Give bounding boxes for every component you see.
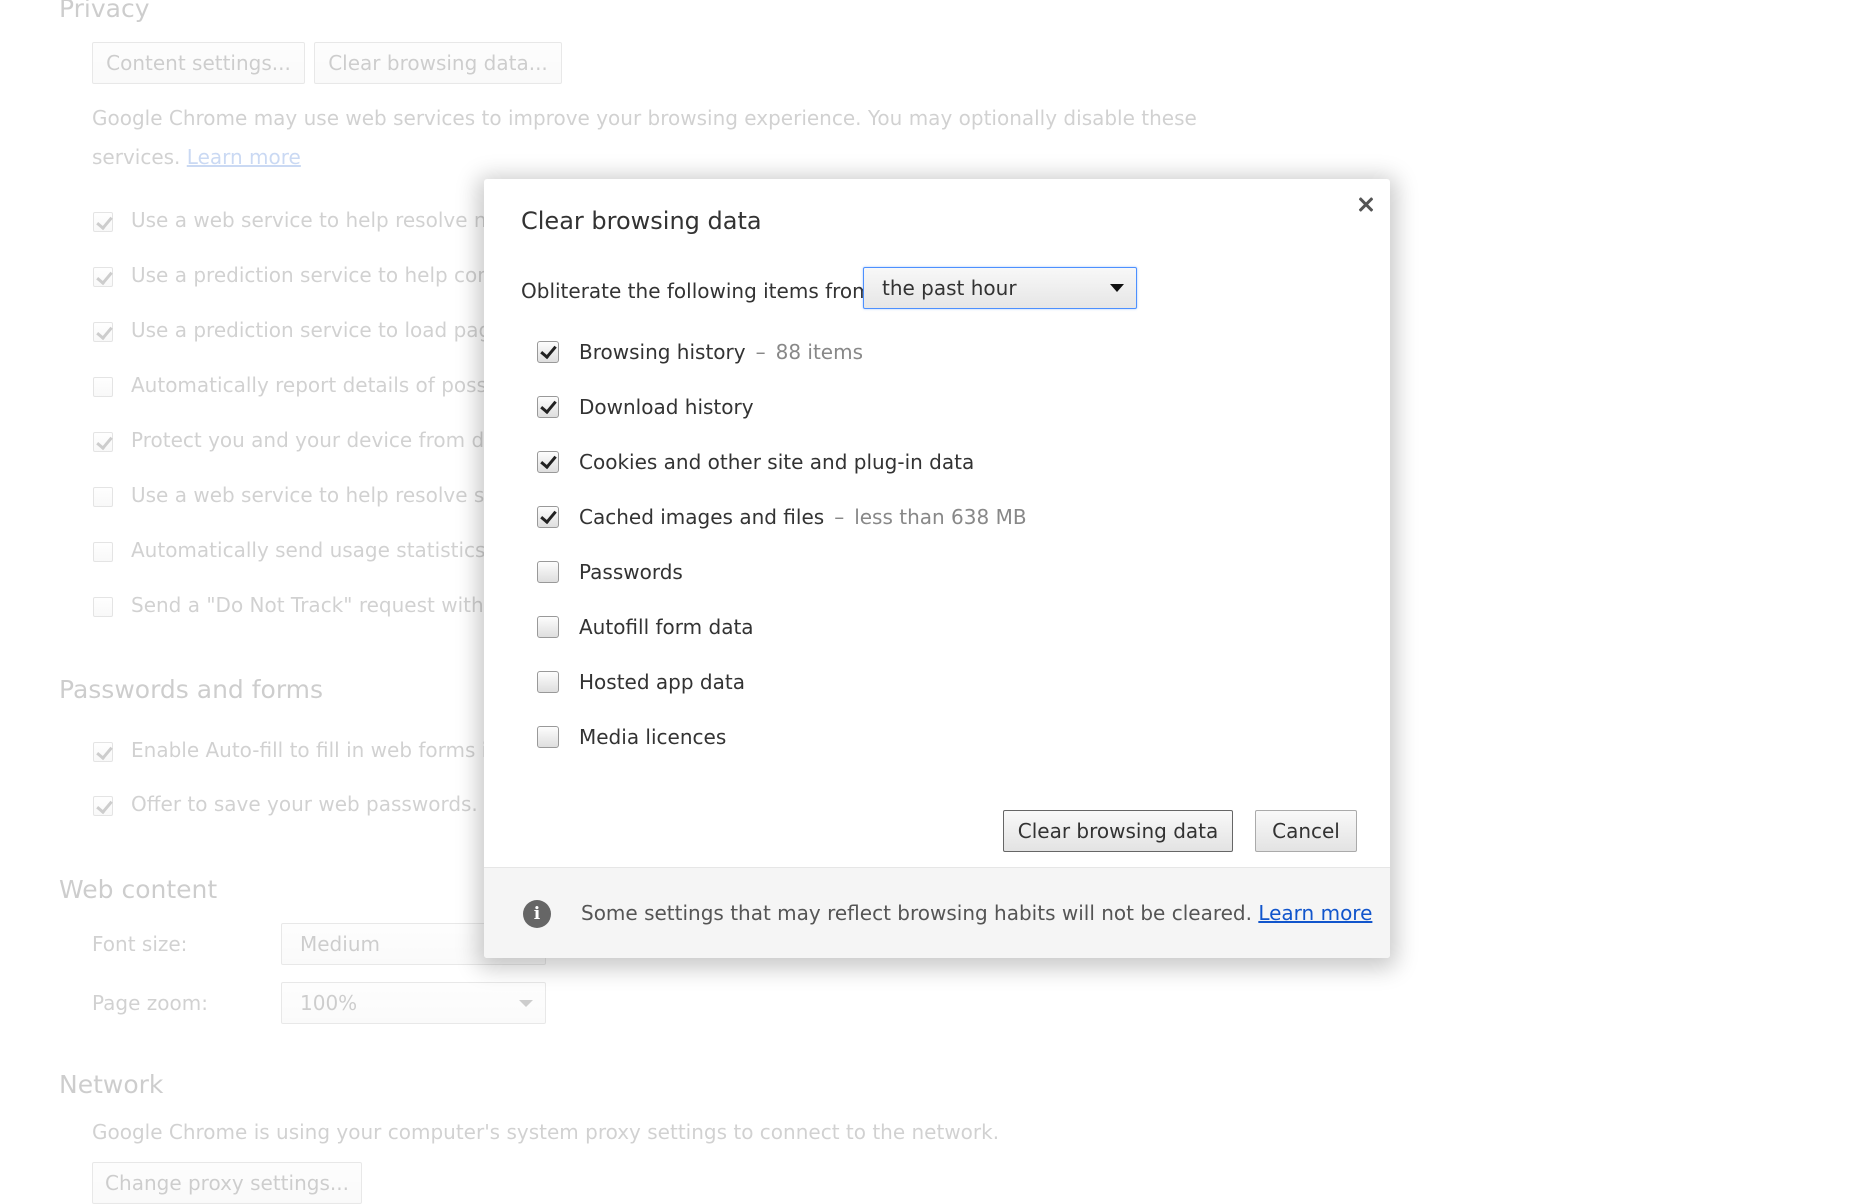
chevron-down-icon xyxy=(1110,284,1124,292)
data-type-item[interactable]: Download history xyxy=(537,392,754,422)
data-type-item[interactable]: Passwords xyxy=(537,557,683,587)
chevron-down-icon xyxy=(519,1000,533,1007)
page-zoom-select[interactable]: 100% xyxy=(281,982,546,1024)
close-icon[interactable] xyxy=(1354,193,1378,217)
data-type-checkbox[interactable] xyxy=(537,561,559,583)
data-type-item[interactable]: Browsing history –88 items xyxy=(537,337,863,367)
data-type-item[interactable]: Hosted app data xyxy=(537,667,745,697)
data-type-checkbox[interactable] xyxy=(537,451,559,473)
privacy-option-checkbox[interactable] xyxy=(93,432,113,452)
privacy-heading: Privacy xyxy=(59,0,150,23)
data-type-item[interactable]: Cookies and other site and plug-in data xyxy=(537,447,974,477)
clear-browsing-data-button[interactable]: Clear browsing data... xyxy=(314,42,562,84)
data-type-label: Cookies and other site and plug-in data xyxy=(579,450,975,474)
privacy-option-checkbox[interactable] xyxy=(93,487,113,507)
dialog-title: Clear browsing data xyxy=(521,207,762,235)
time-range-select[interactable]: the past hour xyxy=(863,267,1137,309)
cancel-button[interactable]: Cancel xyxy=(1255,810,1357,852)
font-size-value: Medium xyxy=(300,932,380,956)
web-content-heading: Web content xyxy=(59,875,218,904)
privacy-option-checkbox[interactable] xyxy=(93,377,113,397)
password-option-checkbox[interactable] xyxy=(93,742,113,762)
data-type-label: Browsing history xyxy=(579,340,746,364)
change-proxy-settings-button[interactable]: Change proxy settings... xyxy=(92,1162,362,1204)
data-type-item[interactable]: Cached images and files – less than 638 MB xyxy=(537,502,1027,532)
data-type-separator: – xyxy=(755,340,766,364)
page-zoom-label: Page zoom: xyxy=(92,991,208,1015)
data-type-detail: 88 items xyxy=(775,340,864,364)
privacy-learn-more-link[interactable]: Learn more xyxy=(187,145,301,169)
data-type-label: Hosted app data xyxy=(579,670,745,694)
data-type-detail: less than 638 MB xyxy=(854,505,1027,529)
data-type-checkbox[interactable] xyxy=(537,506,559,528)
page-zoom-value: 100% xyxy=(300,991,358,1015)
data-type-separator: – xyxy=(834,505,845,529)
network-heading: Network xyxy=(59,1070,164,1099)
data-type-item[interactable]: Media licences xyxy=(537,722,726,752)
data-type-item[interactable]: Autofill form data xyxy=(537,612,754,642)
content-settings-button[interactable]: Content settings... xyxy=(92,42,305,84)
passwords-forms-heading: Passwords and forms xyxy=(59,675,324,704)
data-type-checkbox[interactable] xyxy=(537,726,559,748)
data-type-label: Cached images and files xyxy=(579,505,825,529)
password-option-checkbox[interactable] xyxy=(93,796,113,816)
privacy-option-checkbox[interactable] xyxy=(93,267,113,287)
data-type-checkbox[interactable] xyxy=(537,396,559,418)
time-range-value: the past hour xyxy=(882,276,1017,300)
time-range-label: Obliterate the following items from: xyxy=(521,279,879,303)
privacy-option-checkbox[interactable] xyxy=(93,322,113,342)
footer-text: Some settings that may reflect browsing … xyxy=(581,901,1252,925)
privacy-option-checkbox[interactable] xyxy=(93,212,113,232)
privacy-option-checkbox[interactable] xyxy=(93,597,113,617)
data-type-label: Passwords xyxy=(579,560,683,584)
footer-learn-more-link[interactable]: Learn more xyxy=(1258,901,1372,925)
data-type-label: Media licences xyxy=(579,725,727,749)
data-type-checkbox[interactable] xyxy=(537,616,559,638)
font-size-label: Font size: xyxy=(92,932,188,956)
data-type-checkbox[interactable] xyxy=(537,341,559,363)
network-description: Google Chrome is using your computer's s… xyxy=(92,1120,1000,1144)
privacy-description-end: services. xyxy=(92,145,181,169)
dialog-footer: i Some settings that may reflect browsin… xyxy=(484,867,1390,958)
data-type-label: Download history xyxy=(579,395,754,419)
data-type-checkbox[interactable] xyxy=(537,671,559,693)
privacy-description-line2: services. Learn more xyxy=(92,145,301,169)
clear-browsing-data-confirm-button[interactable]: Clear browsing data xyxy=(1003,810,1233,852)
privacy-description: Google Chrome may use web services to im… xyxy=(92,106,1197,130)
footer-note: Some settings that may reflect browsing … xyxy=(581,901,1372,925)
clear-browsing-data-dialog: Clear browsing data Obliterate the follo… xyxy=(484,179,1390,958)
privacy-option-checkbox[interactable] xyxy=(93,542,113,562)
info-icon: i xyxy=(523,900,551,928)
data-type-label: Autofill form data xyxy=(579,615,754,639)
